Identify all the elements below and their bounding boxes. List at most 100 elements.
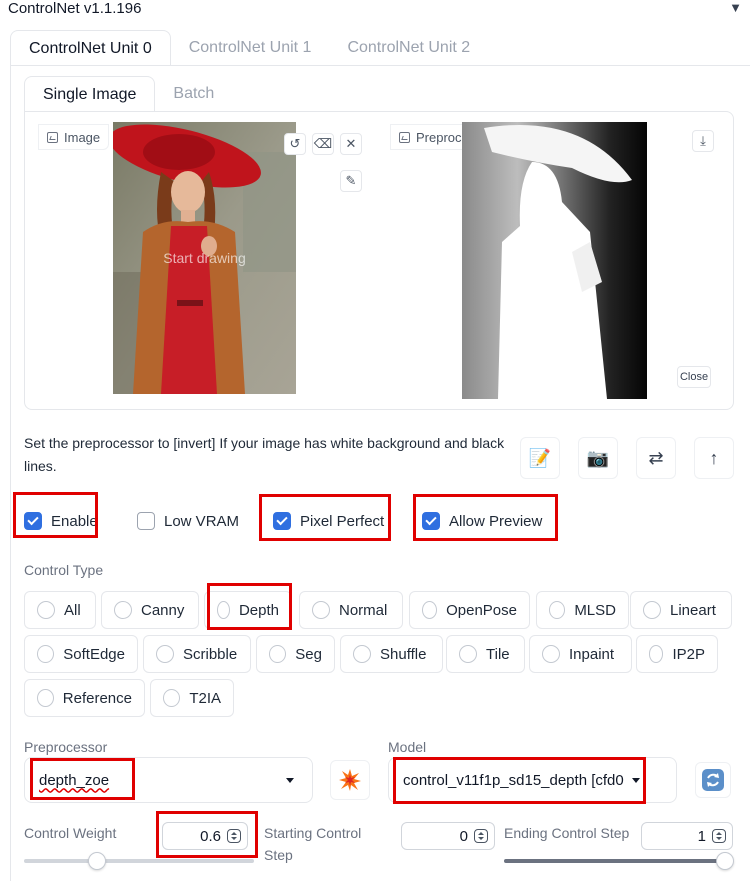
source-image-canvas[interactable]: Start drawing (113, 122, 296, 394)
eraser-icon[interactable]: ⌫ (312, 133, 334, 155)
radio-button[interactable] (269, 645, 287, 663)
tab-single-image[interactable]: Single Image (24, 76, 156, 112)
swap-icon[interactable]: ⇄ (636, 437, 676, 479)
low-vram-checkbox[interactable] (137, 512, 155, 530)
radio-label: Canny (141, 601, 185, 619)
model-label: Model (388, 739, 427, 755)
preprocessor-label: Preprocessor (24, 739, 108, 755)
radio-inpaint[interactable]: Inpaint (529, 635, 632, 673)
radio-button[interactable] (37, 601, 55, 619)
radio-label: SoftEdge (63, 645, 125, 663)
radio-label: MLSD (574, 601, 616, 619)
radio-button[interactable] (549, 601, 566, 619)
radio-depth[interactable]: Depth (204, 591, 292, 629)
radio-button[interactable] (542, 645, 560, 663)
close-icon[interactable]: ✕ (340, 133, 362, 155)
preprocessor-hint: Set the preprocessor to [invert] If your… (24, 435, 505, 474)
starting-step-input[interactable]: 0 (401, 822, 495, 850)
radio-label: Reference (62, 689, 132, 707)
radio-button[interactable] (649, 645, 664, 663)
tab-unit-2[interactable]: ControlNet Unit 2 (329, 30, 488, 66)
radio-tile[interactable]: Tile (446, 635, 525, 673)
radio-reference[interactable]: Reference (24, 679, 145, 717)
brush-icon[interactable]: ✎ (340, 170, 362, 192)
radio-button[interactable] (312, 601, 330, 619)
radio-button[interactable] (643, 601, 661, 619)
radio-seg[interactable]: Seg (256, 635, 335, 673)
starting-step-value: 0 (459, 827, 468, 845)
ending-step-slider-thumb[interactable] (716, 852, 734, 870)
control-weight-slider-thumb[interactable] (88, 852, 106, 870)
radio-lineart[interactable]: Lineart (630, 591, 732, 629)
pixel-perfect-label: Pixel Perfect (300, 512, 385, 530)
ending-step-slider-track[interactable] (504, 859, 730, 863)
radio-label: Shuffle (380, 645, 427, 663)
tab-batch[interactable]: Batch (155, 76, 232, 112)
app-title: ControlNet v1.1.196 (8, 0, 142, 17)
control-weight-value: 0.6 (200, 827, 221, 845)
tab-unit-1[interactable]: ControlNet Unit 1 (171, 30, 330, 66)
close-preview-button[interactable]: Close (677, 366, 711, 388)
stepper-icon[interactable] (712, 829, 726, 843)
checkbox-enable[interactable]: Enable (24, 508, 98, 534)
radio-label: Tile (486, 645, 510, 663)
checkbox-low-vram[interactable]: Low VRAM (137, 508, 239, 534)
camera-icon[interactable]: 📷 (578, 437, 618, 479)
radio-canny[interactable]: Canny (101, 591, 199, 629)
preprocessor-preview-image (462, 122, 647, 399)
radio-label: Normal (339, 601, 388, 619)
allow-preview-checkbox[interactable] (422, 512, 440, 530)
radio-shuffle[interactable]: Shuffle (340, 635, 443, 673)
model-dropdown[interactable]: control_v11f1p_sd15_depth [cfd0 (388, 757, 677, 803)
control-weight-slider-track[interactable] (24, 859, 254, 863)
preprocessor-value: depth_zoe (39, 771, 110, 789)
run-preprocessor-icon (339, 769, 361, 791)
undo-icon[interactable]: ↺ (284, 133, 306, 155)
radio-label: IP2P (672, 645, 705, 663)
upload-arrow-icon[interactable]: ↑ (694, 437, 734, 479)
refresh-models-icon (702, 769, 724, 791)
pixel-perfect-checkbox[interactable] (273, 512, 291, 530)
radio-button[interactable] (156, 645, 174, 663)
radio-mlsd[interactable]: MLSD (536, 591, 629, 629)
radio-label: All (64, 601, 81, 619)
stepper-icon[interactable] (474, 829, 488, 843)
radio-button[interactable] (422, 601, 438, 619)
radio-button[interactable] (459, 645, 477, 663)
radio-button[interactable] (353, 645, 371, 663)
radio-normal[interactable]: Normal (299, 591, 403, 629)
image-icon (399, 131, 410, 143)
radio-all[interactable]: All (24, 591, 96, 629)
enable-checkbox[interactable] (24, 512, 42, 530)
control-weight-label: Control Weight (24, 825, 117, 841)
stepper-icon[interactable] (227, 829, 241, 843)
checkbox-pixel-perfect[interactable]: Pixel Perfect (273, 508, 384, 534)
radio-label: Depth (238, 601, 279, 619)
radio-openpose[interactable]: OpenPose (409, 591, 530, 629)
radio-button[interactable] (217, 601, 230, 619)
radio-ip2p[interactable]: IP2P (636, 635, 718, 673)
radio-button[interactable] (37, 689, 54, 707)
enable-label: Enable (51, 512, 98, 530)
chevron-down-icon (286, 778, 294, 783)
ending-step-input[interactable]: 1 (641, 822, 733, 850)
download-icon[interactable]: ⤓ (692, 130, 714, 152)
explosion-icon[interactable] (330, 760, 370, 800)
image-label: Image (38, 124, 110, 150)
radio-scribble[interactable]: Scribble (143, 635, 251, 673)
ending-step-value: 1 (697, 827, 706, 845)
radio-softedge[interactable]: SoftEdge (24, 635, 138, 673)
radio-t2ia[interactable]: T2IA (150, 679, 234, 717)
radio-button[interactable] (114, 601, 132, 619)
accordion-header[interactable]: ControlNet v1.1.196 ▼ (0, 0, 750, 24)
ending-step-label: Ending Control Step (504, 825, 630, 841)
control-weight-input[interactable]: 0.6 (162, 822, 248, 850)
refresh-icon[interactable] (695, 762, 731, 798)
radio-button[interactable] (37, 645, 55, 663)
tab-unit-0[interactable]: ControlNet Unit 0 (10, 30, 171, 66)
checkbox-allow-preview[interactable]: Allow Preview (422, 508, 542, 534)
radio-button[interactable] (163, 689, 181, 707)
collapse-icon[interactable]: ▼ (729, 0, 742, 15)
preprocessor-dropdown[interactable]: depth_zoe (24, 757, 313, 803)
edit-note-icon[interactable]: 📝 (520, 437, 560, 479)
